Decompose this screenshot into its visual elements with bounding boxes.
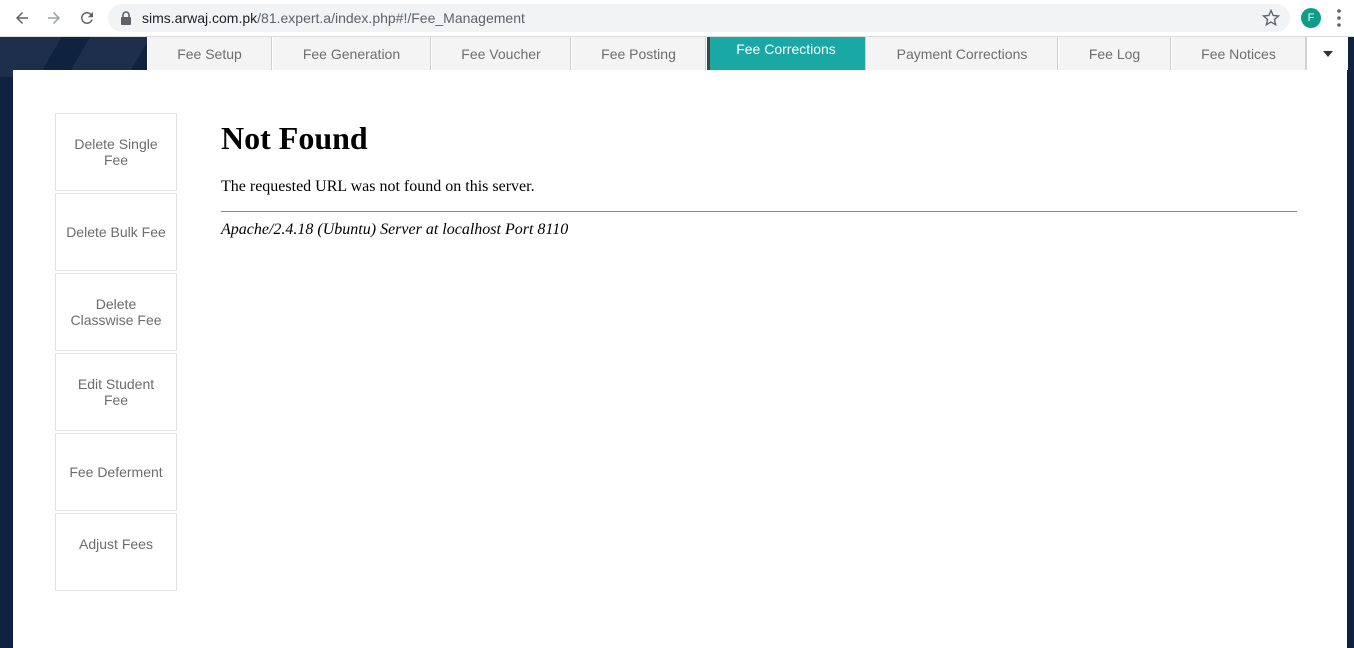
caret-down-icon [1322,50,1333,57]
address-bar[interactable]: sims.arwaj.com.pk/81.expert.a/index.php#… [108,4,1290,32]
tabs-more-dropdown[interactable] [1306,37,1348,70]
server-signature: Apache/2.4.18 (Ubuntu) Server at localho… [221,221,569,238]
error-message: The requested URL was not found on this … [221,178,535,195]
side-item-adjust-fees[interactable]: Adjust Fees [55,513,177,591]
divider [221,211,1297,212]
url-text: sims.arwaj.com.pk/81.expert.a/index.php#… [142,10,525,26]
url-path: /81.expert.a/index.php#!/Fee_Management [257,10,525,26]
side-item-edit-student-fee[interactable]: Edit Student Fee [55,353,177,431]
main-panel: Delete Single Fee Delete Bulk Fee Delete… [13,70,1347,648]
side-item-delete-single-fee[interactable]: Delete Single Fee [55,113,177,191]
reload-icon [80,11,93,24]
profile-avatar[interactable]: F [1301,8,1321,28]
tab-fee-notices[interactable]: Fee Notices [1171,37,1306,70]
star-icon[interactable] [1262,9,1280,27]
side-item-delete-classwise-fee[interactable]: Delete Classwise Fee [55,273,177,351]
error-title: Not Found [221,120,368,156]
back-button[interactable] [10,6,34,30]
tab-fee-log[interactable]: Fee Log [1058,37,1171,70]
forward-arrow-icon [48,12,60,24]
tab-fee-posting[interactable]: Fee Posting [571,37,706,70]
back-arrow-icon [16,12,28,24]
tab-fee-generation[interactable]: Fee Generation [272,37,431,70]
tab-payment-corrections[interactable]: Payment Corrections [866,37,1058,70]
browser-toolbar: sims.arwaj.com.pk/81.expert.a/index.php#… [0,0,1354,37]
tab-fee-voucher[interactable]: Fee Voucher [431,37,571,70]
kebab-menu-icon[interactable] [1336,8,1342,28]
fee-management-tabs: Fee Setup Fee Generation Fee Voucher Fee… [147,37,1348,70]
url-host: sims.arwaj.com.pk [142,10,258,26]
lock-icon [121,11,131,25]
reload-button[interactable] [75,6,99,30]
forward-button[interactable] [42,6,66,30]
side-item-fee-deferment[interactable]: Fee Deferment [55,433,177,511]
side-item-delete-bulk-fee[interactable]: Delete Bulk Fee [55,193,177,271]
fee-corrections-menu: Delete Single Fee Delete Bulk Fee Delete… [55,113,177,593]
tab-fee-corrections[interactable]: Fee Corrections [706,37,866,70]
error-content: Not Found The requested URL was not foun… [221,120,1297,240]
tab-fee-setup[interactable]: Fee Setup [147,37,272,70]
